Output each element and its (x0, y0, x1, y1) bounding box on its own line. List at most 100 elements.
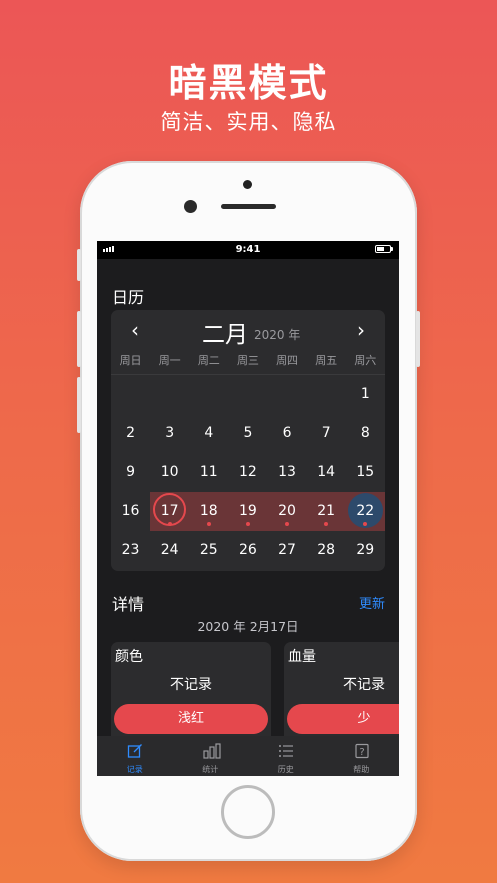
calendar-day[interactable]: 5 (228, 414, 267, 453)
sensor-icon (184, 200, 197, 213)
calendar-grid: 1 2 3 4 5 6 7 8 9 10 11 12 13 14 15 16 1… (111, 375, 385, 570)
calendar-day[interactable]: 28 (307, 531, 346, 570)
record-dot (324, 522, 329, 526)
calendar-day-empty (307, 375, 346, 414)
calendar-day-empty (150, 375, 189, 414)
edit-icon (127, 744, 142, 758)
hero-subtitle: 简洁、实用、隐私 (160, 110, 337, 134)
calendar-day[interactable]: 9 (111, 453, 150, 492)
card-value: 不记录 (170, 677, 212, 693)
day-number: 3 (165, 425, 175, 441)
next-month-button[interactable]: › (351, 318, 371, 342)
calendar-week-row: 1 (111, 375, 385, 414)
svg-text:?: ? (359, 747, 364, 758)
flow-select-button[interactable]: 少 (287, 704, 399, 734)
calendar-year: 2020 年 (254, 328, 301, 342)
calendar-day[interactable]: 15 (346, 453, 385, 492)
update-button[interactable]: 更新 (359, 593, 385, 612)
card-value: 不记录 (343, 677, 385, 693)
calendar-day[interactable]: 2 (111, 414, 150, 453)
bar-chart-icon (202, 743, 221, 759)
tab-label: 历史 (277, 765, 294, 774)
weekday-label: 周日 (119, 354, 142, 367)
calendar-day[interactable]: 25 (189, 531, 228, 570)
day-number: 29 (356, 542, 375, 558)
day-number: 26 (239, 542, 257, 558)
help-icon: ? (354, 743, 369, 759)
calendar-day[interactable]: 1 (346, 375, 385, 414)
tab-label: 统计 (202, 765, 219, 774)
color-select-button[interactable]: 浅红 (114, 704, 268, 734)
calendar-day[interactable]: 11 (189, 453, 228, 492)
prev-month-button[interactable]: ‹ (125, 318, 145, 342)
mute-switch (77, 249, 81, 281)
calendar-day[interactable]: 24 (150, 531, 189, 570)
calendar-day[interactable]: 27 (268, 531, 307, 570)
weekday-label: 周六 (354, 354, 377, 367)
day-number: 19 (239, 503, 257, 519)
day-number: 17 (160, 503, 179, 519)
tab-help[interactable]: ? 帮助 (324, 736, 400, 776)
record-dot (285, 522, 289, 526)
calendar-day-empty (268, 375, 307, 414)
calendar-day[interactable]: 20 (268, 492, 307, 531)
status-bar: 9:41 (97, 241, 399, 259)
card-title: 血量 (288, 649, 316, 665)
day-number: 24 (160, 542, 179, 558)
calendar-day-empty (111, 375, 150, 414)
calendar-day[interactable]: 7 (307, 414, 346, 453)
calendar-day[interactable]: 13 (268, 453, 307, 492)
home-button (221, 785, 275, 839)
card-title: 颜色 (115, 649, 143, 665)
day-number: 11 (199, 464, 218, 480)
calendar-day[interactable]: 12 (228, 453, 267, 492)
calendar-week-row: 2 3 4 5 6 7 8 (111, 414, 385, 453)
calendar-week-row: 9 10 11 12 13 14 15 (111, 453, 385, 492)
details-date: 2020 年 2月17日 (197, 619, 299, 634)
calendar-day[interactable]: 8 (346, 414, 385, 453)
calendar-day[interactable]: 19 (228, 492, 267, 531)
day-number: 25 (199, 542, 218, 558)
calendar-day-empty (228, 375, 267, 414)
calendar-day[interactable]: 21 (307, 492, 346, 531)
calendar-day[interactable]: 16 (111, 492, 150, 531)
tab-history[interactable]: 历史 (248, 736, 324, 776)
calendar-day[interactable]: 14 (307, 453, 346, 492)
tab-bar: 记录 统计 历史 ? 帮助 (97, 736, 399, 776)
day-number: 4 (204, 425, 214, 441)
calendar-day[interactable]: 23 (111, 531, 150, 570)
calendar-day-empty (189, 375, 228, 414)
record-dot (245, 522, 250, 526)
calendar-month: 二月 (202, 322, 248, 348)
day-number: 9 (126, 464, 136, 480)
calendar-day[interactable]: 29 (346, 531, 385, 570)
weekday-label: 周一 (158, 354, 181, 367)
day-number: 1 (360, 386, 370, 402)
day-number: 2 (126, 425, 136, 441)
day-number: 28 (317, 542, 336, 558)
power-button (416, 311, 420, 367)
day-number: 6 (282, 425, 292, 441)
calendar-day-today[interactable]: 22 (346, 492, 385, 531)
calendar-day-selected[interactable]: 17 (150, 492, 189, 531)
tab-stats[interactable]: 统计 (173, 736, 249, 776)
tab-record[interactable]: 记录 (97, 736, 173, 776)
day-number: 23 (121, 542, 140, 558)
day-number: 27 (278, 542, 296, 558)
tab-label: 记录 (126, 765, 143, 774)
day-number: 20 (278, 503, 296, 519)
calendar-day[interactable]: 10 (150, 453, 189, 492)
day-number: 10 (160, 464, 179, 480)
day-number: 21 (317, 503, 336, 519)
calendar-day[interactable]: 6 (268, 414, 307, 453)
day-number: 7 (321, 425, 331, 441)
status-time: 9:41 (235, 244, 261, 255)
calendar-day[interactable]: 26 (228, 531, 267, 570)
calendar-day[interactable]: 4 (189, 414, 228, 453)
day-number: 5 (243, 425, 253, 441)
day-number: 22 (356, 503, 375, 519)
calendar-section-title: 日历 (112, 288, 145, 307)
calendar-day[interactable]: 18 (189, 492, 228, 531)
list-icon (279, 745, 293, 757)
calendar-day[interactable]: 3 (150, 414, 189, 453)
